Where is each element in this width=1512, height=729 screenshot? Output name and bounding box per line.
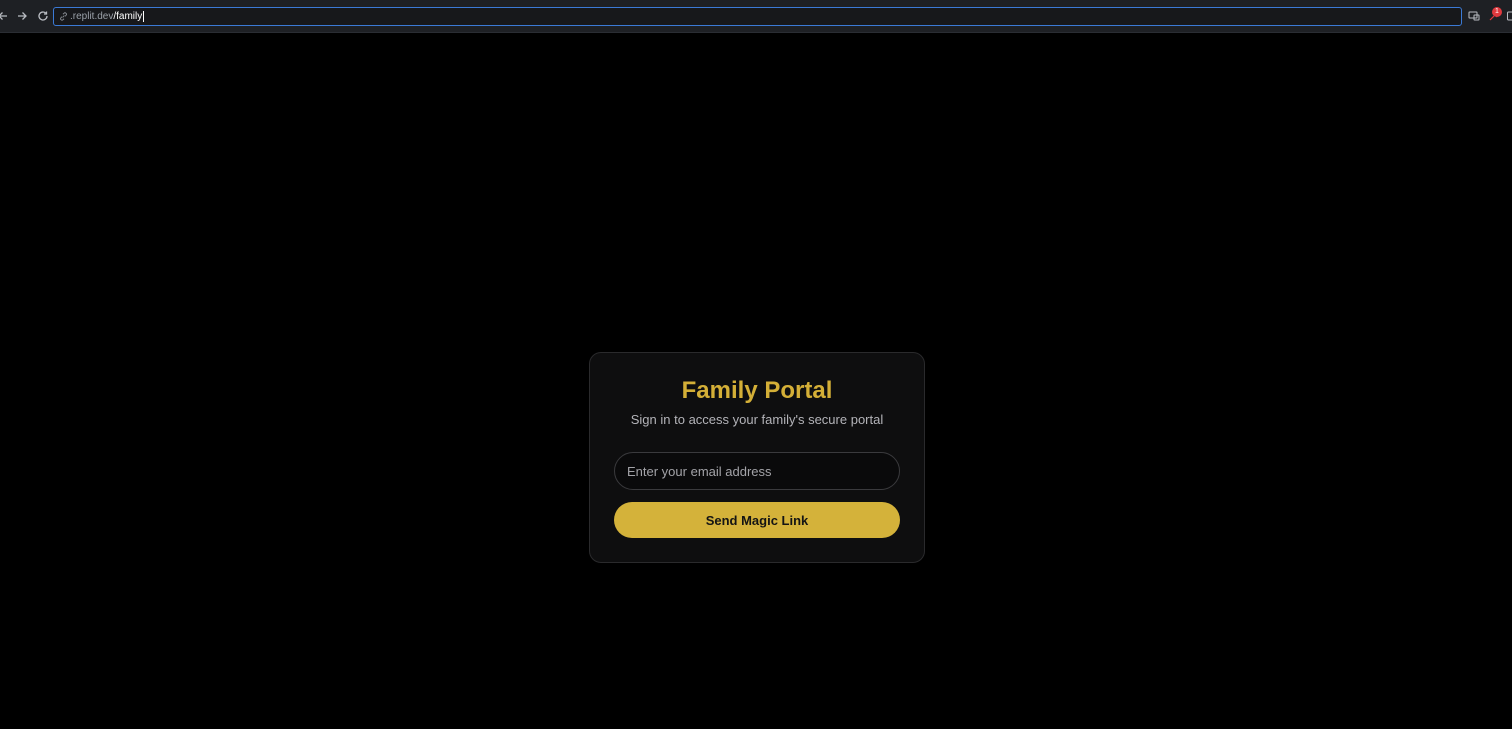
browser-toolbar: .replit.dev/family 1 — [0, 0, 1512, 33]
notification-badge: 1 — [1492, 7, 1502, 17]
address-bar[interactable]: .replit.dev/family — [53, 7, 1462, 26]
url-host: .replit.dev — [70, 11, 114, 22]
text-caret — [143, 11, 145, 22]
page-title: Family Portal — [681, 377, 833, 404]
link-icon — [58, 12, 68, 22]
login-card: Family Portal Sign in to access your fam… — [589, 352, 925, 563]
url-path: /family — [113, 11, 143, 22]
send-magic-link-button[interactable]: Send Magic Link — [614, 502, 900, 538]
back-icon[interactable] — [0, 9, 10, 23]
forward-icon[interactable] — [15, 9, 29, 23]
sidebar-icon[interactable] — [1505, 9, 1512, 23]
email-field[interactable] — [614, 452, 900, 490]
reload-icon[interactable] — [36, 9, 50, 23]
cast-icon[interactable] — [1467, 9, 1481, 23]
page-subtitle: Sign in to access your family's secure p… — [630, 412, 884, 427]
